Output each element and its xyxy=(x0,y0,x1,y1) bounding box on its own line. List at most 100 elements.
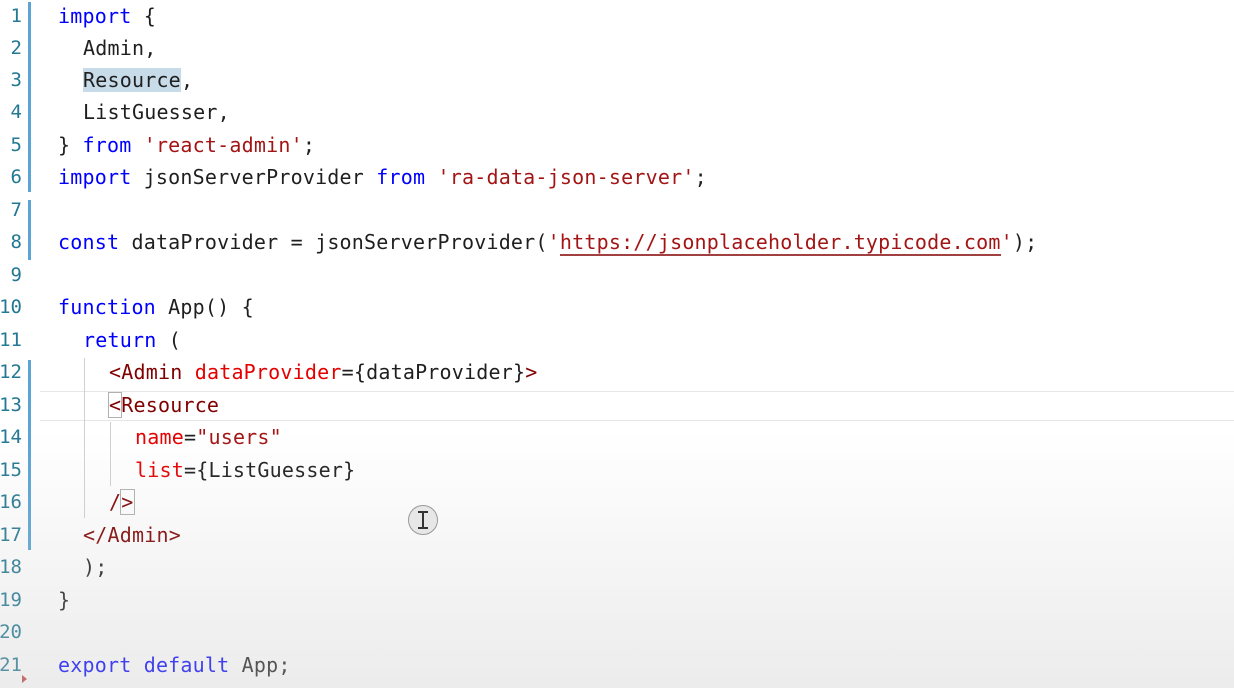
code-line-3[interactable]: Resource, xyxy=(83,64,193,96)
code-text: = xyxy=(183,425,197,449)
keyword: import xyxy=(58,4,132,28)
line-number: 20 xyxy=(0,621,22,643)
code-text: } xyxy=(58,588,71,612)
code-text: dataProvider = jsonServerProvider( xyxy=(119,230,548,254)
line-number: 13 xyxy=(0,394,22,416)
tag-name: Resource xyxy=(121,393,220,417)
code-line-18[interactable]: ); xyxy=(83,551,107,583)
tag-bracket: > xyxy=(120,489,135,515)
code-line-11[interactable]: return ( xyxy=(83,324,181,356)
change-marker xyxy=(28,2,31,192)
line-number: 15 xyxy=(0,459,22,481)
line-number: 9 xyxy=(10,264,22,286)
code-text: jsonServerProvider xyxy=(131,165,377,189)
code-text: ); xyxy=(1012,230,1038,254)
tag-bracket: < xyxy=(107,392,123,418)
line-number: 18 xyxy=(0,556,22,578)
code-line-1[interactable]: import { xyxy=(58,0,156,32)
keyword: export xyxy=(58,653,132,677)
code-text: ListGuesser, xyxy=(83,100,230,124)
code-text: Admin, xyxy=(83,36,157,60)
code-text: , xyxy=(180,68,194,92)
tag-name: Admin xyxy=(107,523,169,547)
ibeam-glyph xyxy=(418,511,428,529)
indent-guide xyxy=(110,422,111,486)
tag-name: Admin xyxy=(121,360,183,384)
line-number: 21 xyxy=(0,654,22,676)
code-line-2[interactable]: Admin, xyxy=(83,32,156,64)
code-text: ; xyxy=(694,165,707,189)
code-text: ); xyxy=(83,555,108,579)
line-number: 4 xyxy=(10,101,22,123)
line-number: 6 xyxy=(10,166,22,188)
code-text: App() { xyxy=(155,295,254,319)
code-line-6[interactable]: import jsonServerProvider from 'ra-data-… xyxy=(58,161,707,193)
code-line-17[interactable]: </Admin> xyxy=(83,519,181,551)
line-number: 10 xyxy=(0,296,22,318)
line-number: 3 xyxy=(10,69,22,91)
line-number-gutter: 1 2 3 4 5 6 7 8 9 10 11 12 13 14 15 16 1… xyxy=(0,0,26,688)
string-literal: 'react-admin' xyxy=(143,133,303,157)
line-number: 1 xyxy=(10,5,22,27)
fold-arrow-icon[interactable] xyxy=(22,675,27,683)
change-marker xyxy=(28,200,31,260)
line-number: 8 xyxy=(10,231,22,253)
tag-bracket: </ xyxy=(83,523,108,547)
keyword: default xyxy=(143,653,230,677)
attribute-name: dataProvider xyxy=(194,360,342,384)
code-text: ={dataProvider} xyxy=(341,360,526,384)
line-number: 7 xyxy=(10,199,22,221)
code-editor[interactable]: 1 2 3 4 5 6 7 8 9 10 11 12 13 14 15 16 1… xyxy=(0,0,1234,688)
line-number: 16 xyxy=(0,491,22,513)
code-line-16[interactable]: /> xyxy=(109,486,135,518)
url-link[interactable]: https://jsonplaceholder.typicode.com xyxy=(559,230,1001,256)
indent-guide xyxy=(84,358,85,518)
keyword: from xyxy=(376,165,426,189)
code-line-21[interactable]: export default App; xyxy=(58,649,291,681)
keyword: import xyxy=(58,165,132,189)
keyword: return xyxy=(83,328,157,352)
code-line-14[interactable]: name="users" xyxy=(135,421,282,453)
attribute-name: list xyxy=(135,458,184,482)
line-number: 14 xyxy=(0,426,22,448)
code-text: } xyxy=(58,133,83,157)
keyword: const xyxy=(58,230,120,254)
tag-bracket: > xyxy=(525,360,538,384)
line-number: 19 xyxy=(0,589,22,611)
line-number: 5 xyxy=(10,134,22,156)
change-marker xyxy=(28,360,31,550)
tag-slash: / xyxy=(109,490,122,514)
code-text: { xyxy=(131,4,156,28)
code-line-8[interactable]: const dataProvider = jsonServerProvider(… xyxy=(58,226,1037,258)
attribute-name: name xyxy=(135,425,184,449)
code-line-19[interactable]: } xyxy=(58,584,70,616)
code-line-13[interactable]: <Resource xyxy=(107,389,220,421)
text-cursor-icon xyxy=(408,505,438,535)
highlighted-word: Resource xyxy=(83,68,181,92)
code-line-4[interactable]: ListGuesser, xyxy=(83,96,230,128)
line-number: 11 xyxy=(0,329,22,351)
line-number: 2 xyxy=(10,37,22,59)
keyword: from xyxy=(82,133,132,157)
code-line-15[interactable]: list={ListGuesser} xyxy=(135,454,355,486)
code-text: ( xyxy=(156,328,181,352)
code-line-12[interactable]: <Admin dataProvider={dataProvider}> xyxy=(109,356,538,388)
string-quote: ' xyxy=(1000,230,1013,254)
code-line-10[interactable]: function App() { xyxy=(58,291,254,323)
code-text: App; xyxy=(229,653,291,677)
code-text: ={ListGuesser} xyxy=(183,458,356,482)
string-literal: "users" xyxy=(196,425,282,449)
code-text: ; xyxy=(302,133,316,157)
tag-bracket: < xyxy=(109,360,122,384)
line-number: 17 xyxy=(0,524,22,546)
code-line-5[interactable]: } from 'react-admin'; xyxy=(58,129,315,161)
tag-bracket: > xyxy=(168,523,181,547)
string-literal: 'ra-data-json-server' xyxy=(437,165,695,189)
keyword: function xyxy=(58,295,156,319)
string-quote: ' xyxy=(547,230,560,254)
line-number: 12 xyxy=(0,361,22,383)
